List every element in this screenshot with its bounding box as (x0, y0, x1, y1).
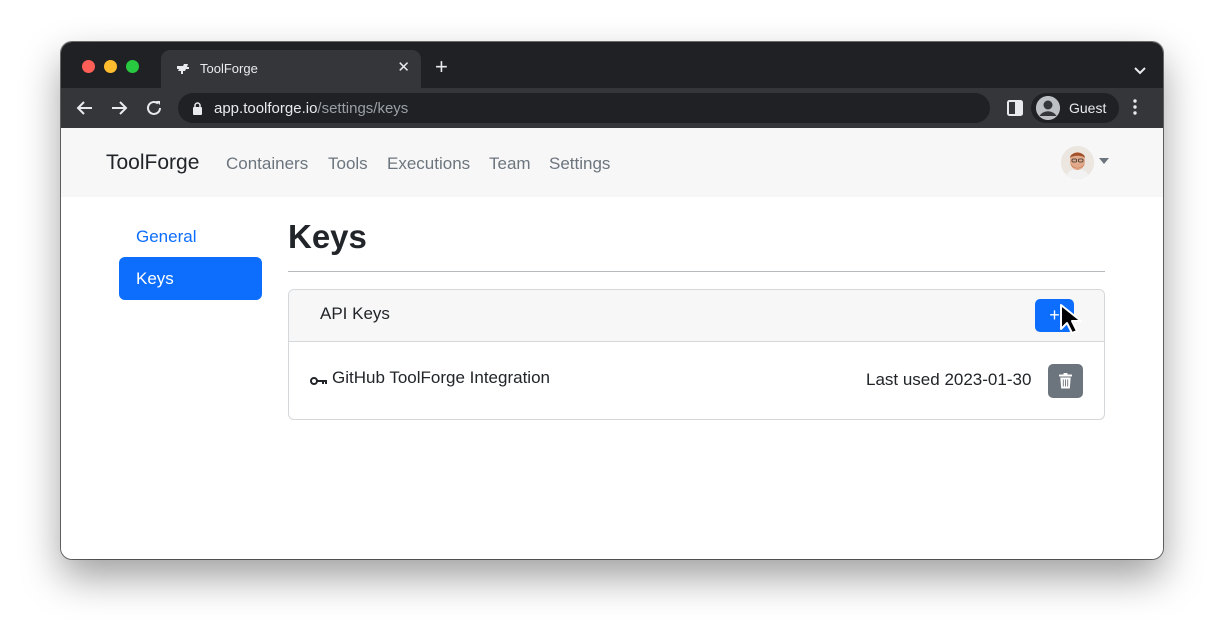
profile-label: Guest (1069, 100, 1107, 116)
browser-window: ToolForge ✕ + app.toolforge.io/settings/… (61, 42, 1163, 559)
key-name: GitHub ToolForge Integration (332, 368, 550, 387)
trash-icon (1059, 373, 1072, 389)
browser-menu-icon[interactable] (1133, 99, 1137, 120)
user-avatar[interactable] (1061, 146, 1094, 179)
sidebar-item-keys[interactable]: Keys (119, 257, 262, 300)
back-arrow-icon[interactable] (76, 99, 94, 117)
maximize-window-button[interactable] (126, 60, 139, 73)
key-last-used: Last used 2023-01-30 (866, 370, 1032, 389)
brand-logo[interactable]: ToolForge (106, 151, 199, 175)
list-item: GitHub ToolForge Integration Last used 2… (289, 342, 1104, 419)
heading-divider (288, 271, 1105, 272)
delete-key-button[interactable] (1048, 364, 1083, 398)
address-bar[interactable]: app.toolforge.io/settings/keys (178, 93, 990, 123)
key-icon (310, 373, 328, 391)
nav-link-containers[interactable]: Containers (226, 154, 308, 174)
reload-icon[interactable] (145, 99, 163, 117)
nav-link-team[interactable]: Team (489, 154, 531, 174)
new-tab-button[interactable]: + (435, 56, 448, 78)
tab-title: ToolForge (200, 61, 258, 76)
card-title: API Keys (320, 304, 390, 323)
close-window-button[interactable] (82, 60, 95, 73)
nav-link-settings[interactable]: Settings (549, 154, 610, 174)
browser-toolbar: app.toolforge.io/settings/keys Guest (61, 88, 1163, 128)
forward-arrow-icon[interactable] (110, 99, 128, 117)
tab-search-chevron-icon[interactable] (1134, 62, 1146, 80)
sidebar-item-general[interactable]: General (119, 215, 262, 258)
web-page: ToolForge Containers Tools Executions Te… (61, 128, 1163, 559)
lock-icon (192, 102, 203, 120)
tab-close-icon[interactable]: ✕ (397, 59, 410, 77)
minimize-window-button[interactable] (104, 60, 117, 73)
nav-link-tools[interactable]: Tools (328, 154, 368, 174)
api-keys-card: API Keys + GitHub ToolForge Integration … (288, 289, 1105, 420)
add-key-button[interactable]: + (1035, 299, 1074, 332)
browser-tab[interactable]: ToolForge ✕ (161, 50, 421, 88)
nav-link-executions[interactable]: Executions (387, 154, 470, 174)
url-path: /settings/keys (317, 100, 409, 117)
guest-avatar-icon (1036, 96, 1060, 120)
url-domain: app.toolforge.io (214, 100, 318, 117)
page-title: Keys (288, 218, 367, 255)
profile-button[interactable]: Guest (1031, 93, 1119, 123)
toolforge-favicon-icon (175, 61, 191, 77)
side-panel-icon[interactable] (1007, 100, 1023, 121)
url-text: app.toolforge.io/settings/keys (214, 100, 408, 117)
card-header: API Keys + (289, 290, 1104, 342)
app-navbar: ToolForge Containers Tools Executions Te… (61, 128, 1163, 197)
user-menu-caret-icon[interactable] (1099, 158, 1109, 164)
tab-strip: ToolForge ✕ + (61, 42, 1163, 88)
